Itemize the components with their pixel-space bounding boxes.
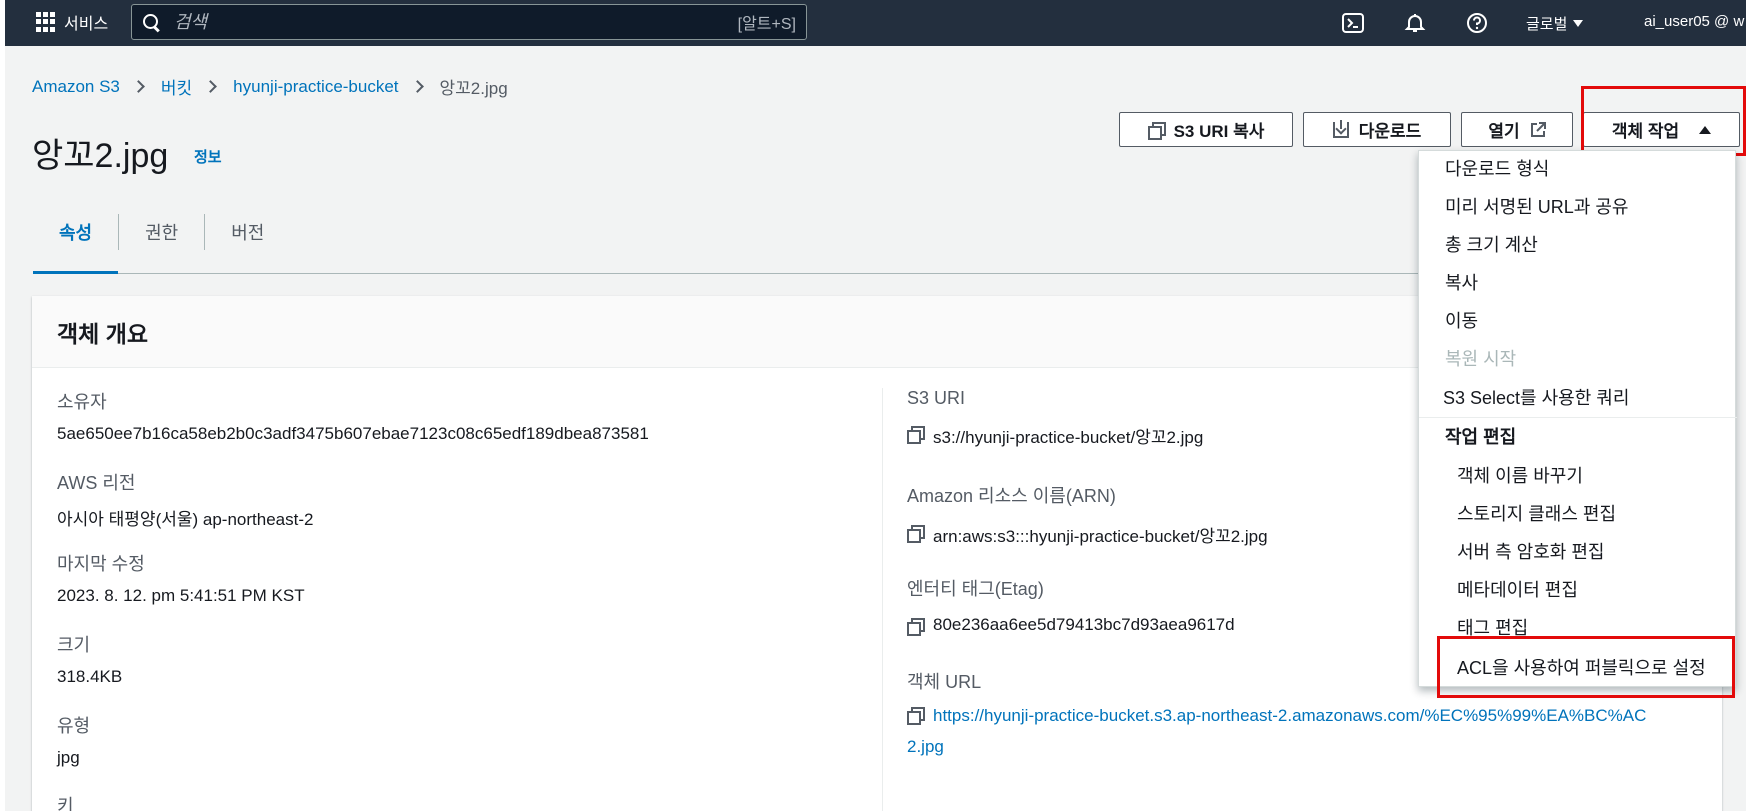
chevron-right-icon	[132, 80, 145, 93]
page-title: 앙꼬2.jpg	[32, 137, 169, 175]
copy-icon[interactable]	[907, 525, 925, 543]
caret-down-icon	[1573, 19, 1584, 27]
s3-uri-value: s3://hyunji-practice-bucket/앙꼬2.jpg	[933, 428, 1204, 447]
object-actions-menu: 다운로드 형식 미리 서명된 URL과 공유 총 크기 계산 복사 이동 복원 …	[1418, 150, 1737, 687]
search-input[interactable]	[174, 11, 738, 33]
last-modified-value: 2023. 8. 12. pm 5:41:51 PM KST	[57, 586, 305, 605]
services-menu-button[interactable]: 서비스	[36, 10, 108, 34]
breadcrumb: Amazon S3 버킷 hyunji-practice-bucket 앙꼬2.…	[32, 74, 508, 99]
breadcrumb-buckets[interactable]: 버킷	[161, 74, 192, 99]
chevron-right-icon	[204, 80, 218, 93]
grid-icon	[36, 12, 56, 32]
object-url-row: https://hyunji-practice-bucket.s3.ap-nor…	[907, 700, 1707, 762]
arn-label: Amazon 리소스 이름(ARN)	[907, 486, 1116, 506]
s3-uri-label: S3 URI	[907, 388, 966, 408]
menu-item-edit-storage-class[interactable]: 스토리지 클래스 편집	[1457, 500, 1616, 526]
owner-field: 소유자 5ae650ee7b16ca58eb2b0c3adf3475b607eb…	[57, 388, 649, 444]
download-icon	[1332, 119, 1349, 138]
breadcrumb-bucket[interactable]: hyunji-practice-bucket	[233, 77, 398, 97]
copy-icon[interactable]	[907, 618, 925, 636]
top-navigation: 서비스 [알트+S] 글로벌 ai_user05 @ w	[0, 0, 1746, 46]
owner-value: 5ae650ee7b16ca58eb2b0c3adf3475b607ebae71…	[57, 424, 649, 443]
s3-uri-field: S3 URI s3://hyunji-practice-bucket/앙꼬2.j…	[907, 388, 1203, 448]
owner-label: 소유자	[57, 392, 107, 412]
size-value: 318.4KB	[57, 667, 123, 686]
services-label: 서비스	[64, 16, 109, 33]
object-url-link[interactable]: https://hyunji-practice-bucket.s3.ap-nor…	[907, 700, 1646, 762]
copy-s3-uri-button[interactable]: S3 URI 복사	[1119, 112, 1293, 147]
cloudshell-icon[interactable]	[1340, 10, 1366, 36]
menu-item-make-public-acl[interactable]: ACL을 사용하여 퍼블릭으로 설정	[1457, 654, 1706, 680]
chevron-right-icon	[410, 80, 424, 93]
region-value: 아시아 태평양(서울) ap-northeast-2	[57, 510, 314, 529]
open-label: 열기	[1488, 122, 1520, 141]
info-link[interactable]: 정보	[194, 146, 222, 167]
arn-field: Amazon 리소스 이름(ARN) arn:aws:s3:::hyunji-p…	[907, 482, 1268, 547]
object-actions-button[interactable]: 객체 작업	[1583, 112, 1740, 147]
menu-item-rename[interactable]: 객체 이름 바꾸기	[1457, 462, 1583, 488]
tab-bar: 속성 권한 버전	[33, 214, 290, 250]
copy-icon[interactable]	[907, 426, 925, 444]
help-icon[interactable]	[1464, 10, 1490, 36]
key-field: 키	[57, 792, 74, 811]
menu-separator	[1419, 417, 1737, 418]
tab-versions[interactable]: 버전	[205, 219, 290, 245]
type-field: 유형 jpg	[57, 712, 90, 768]
column-divider	[882, 388, 883, 811]
type-label: 유형	[57, 716, 91, 736]
region-label: AWS 리전	[57, 473, 136, 493]
menu-item-edit-encryption[interactable]: 서버 측 암호화 편집	[1457, 538, 1604, 564]
size-field: 크기 318.4KB	[57, 631, 122, 687]
menu-item-edit-tags[interactable]: 태그 편집	[1457, 614, 1528, 640]
key-label: 키	[57, 796, 74, 811]
tab-properties[interactable]: 속성	[33, 219, 118, 245]
copy-icon	[1147, 121, 1166, 140]
size-label: 크기	[57, 635, 91, 655]
object-url-line1: https://hyunji-practice-bucket.s3.ap-nor…	[933, 706, 1647, 725]
menu-item-calculate-size[interactable]: 총 크기 계산	[1445, 231, 1538, 257]
menu-item-s3-select[interactable]: S3 Select를 사용한 쿼리	[1443, 384, 1629, 410]
caret-up-icon	[1699, 125, 1712, 134]
search-shortcut: [알트+S]	[737, 16, 796, 33]
region-label: 글로벌	[1526, 15, 1568, 33]
left-edge	[0, 0, 5, 811]
external-link-icon	[1530, 121, 1546, 137]
active-tab-indicator	[33, 271, 118, 274]
open-button[interactable]: 열기	[1461, 112, 1573, 147]
menu-item-share-presigned-url[interactable]: 미리 서명된 URL과 공유	[1445, 193, 1629, 219]
object-url-line2: 2.jpg	[907, 737, 944, 756]
search-bar[interactable]: [알트+S]	[131, 4, 807, 40]
object-actions-label: 객체 작업	[1611, 122, 1680, 141]
etag-label: 엔터티 태그(Etag)	[907, 579, 1044, 599]
region-field: AWS 리전 아시아 태평양(서울) ap-northeast-2	[57, 469, 313, 530]
tab-permissions[interactable]: 권한	[119, 219, 204, 245]
s3-uri-row: s3://hyunji-practice-bucket/앙꼬2.jpg	[907, 423, 1203, 448]
etag-field: 엔터티 태그(Etag) 80e236aa6ee5d79413bc7d93aea…	[907, 575, 1235, 636]
nav-icons: 글로벌	[1340, 0, 1584, 46]
last-modified-label: 마지막 수정	[57, 554, 145, 574]
notifications-bell-icon[interactable]	[1402, 10, 1428, 36]
etag-value: 80e236aa6ee5d79413bc7d93aea9617d	[933, 615, 1235, 634]
etag-row: 80e236aa6ee5d79413bc7d93aea9617d	[907, 615, 1235, 636]
download-label: 다운로드	[1358, 122, 1422, 141]
menu-item-copy[interactable]: 복사	[1445, 269, 1478, 295]
search-icon	[142, 13, 160, 31]
breadcrumb-current: 앙꼬2.jpg	[439, 79, 508, 98]
menu-item-download-as[interactable]: 다운로드 형식	[1445, 155, 1549, 181]
arn-row: arn:aws:s3:::hyunji-practice-bucket/앙꼬2.…	[907, 522, 1268, 547]
download-button[interactable]: 다운로드	[1303, 112, 1451, 147]
last-modified-field: 마지막 수정 2023. 8. 12. pm 5:41:51 PM KST	[57, 550, 305, 606]
menu-group-edit-actions: 작업 편집	[1445, 427, 1517, 447]
arn-value: arn:aws:s3:::hyunji-practice-bucket/앙꼬2.…	[933, 527, 1268, 546]
menu-item-restore: 복원 시작	[1445, 349, 1517, 369]
copy-s3-uri-label: S3 URI 복사	[1173, 122, 1265, 141]
region-selector[interactable]: 글로벌	[1526, 13, 1584, 34]
tab-underline	[33, 273, 1633, 274]
menu-item-move[interactable]: 이동	[1445, 307, 1478, 333]
user-account-menu[interactable]: ai_user05 @ w	[1644, 13, 1744, 30]
menu-item-edit-metadata[interactable]: 메타데이터 편집	[1457, 576, 1578, 602]
copy-icon[interactable]	[907, 707, 925, 725]
breadcrumb-amazon-s3[interactable]: Amazon S3	[32, 77, 120, 97]
type-value: jpg	[57, 748, 80, 767]
